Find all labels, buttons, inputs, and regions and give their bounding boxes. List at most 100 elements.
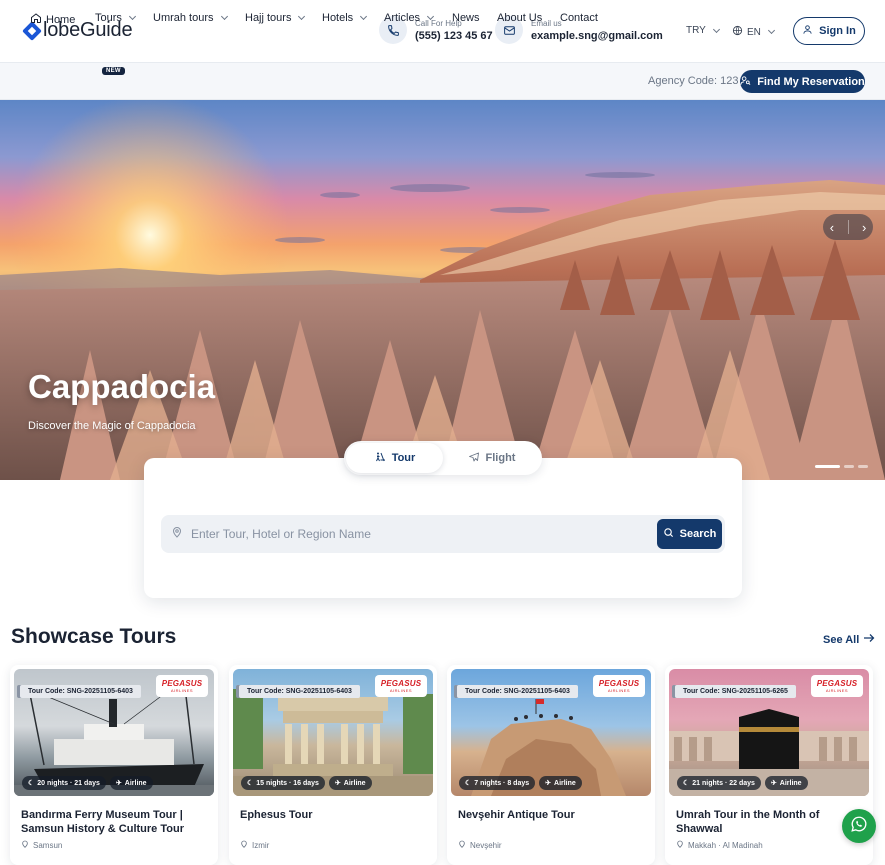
- see-all-label: See All: [823, 633, 860, 646]
- nav-item-umrah[interactable]: Umrah tours: [153, 12, 228, 24]
- tour-title: Bandırma Ferry Museum Tour | Samsun Hist…: [21, 809, 184, 835]
- location-pin-icon: [240, 840, 248, 850]
- tour-card[interactable]: Tour Code: SNG-20251105-6403 PEGASUS AIR…: [10, 665, 218, 865]
- airline-logo: PEGASUS AIRLINES: [375, 675, 427, 697]
- nav-item-hajj[interactable]: Hajj tours: [245, 12, 306, 24]
- tab-label: Tour: [391, 452, 416, 464]
- airline-logo: PEGASUS AIRLINES: [593, 675, 645, 697]
- see-all-link[interactable]: See All: [823, 633, 875, 646]
- search-tabs: Tour Flight: [344, 441, 542, 475]
- phone-value: (555) 123 45 67: [415, 29, 493, 42]
- location-pin-icon: [458, 840, 466, 850]
- location-text: Izmir: [252, 840, 270, 850]
- plane-icon: ✈: [115, 780, 122, 787]
- moon-icon: ☾: [683, 780, 690, 787]
- new-badge: NEW: [102, 67, 125, 75]
- nav-label: Umrah tours: [153, 12, 214, 24]
- whatsapp-icon: [850, 815, 868, 838]
- home-icon: [30, 12, 42, 27]
- search-input[interactable]: [191, 527, 641, 541]
- slider-dot[interactable]: [844, 465, 854, 468]
- currency-select[interactable]: TRY: [686, 25, 720, 36]
- tour-card[interactable]: Tour Code: SNG-20251105-6403 PEGASUS AIR…: [229, 665, 437, 865]
- nav-label: Home: [46, 13, 76, 26]
- chevron-down-icon: [712, 25, 720, 33]
- airline-sub: AIRLINES: [389, 688, 413, 693]
- tour-chips: ☾ 15 nights · 16 days ✈ Airline: [241, 776, 372, 790]
- nav-item-news[interactable]: News: [452, 12, 480, 24]
- moon-icon: ☾: [247, 780, 254, 787]
- tour-location: Samsun: [21, 840, 62, 850]
- tab-tour[interactable]: Tour: [346, 443, 443, 473]
- slider-nav: ‹ ›: [823, 214, 873, 240]
- transport-chip: ✈ Airline: [764, 776, 808, 790]
- tour-chips: ☾ 20 nights · 21 days ✈ Airline: [22, 776, 153, 790]
- language-value: EN: [747, 26, 761, 38]
- tab-flight[interactable]: Flight: [443, 443, 540, 473]
- hero-subtitle: Discover the Magic of Cappadocia: [28, 420, 196, 432]
- airline-logo: PEGASUS AIRLINES: [156, 675, 208, 697]
- nav-label: Hajj tours: [245, 12, 292, 24]
- location-text: Makkah · Al Madinah: [688, 840, 763, 850]
- plane-icon: [468, 451, 480, 466]
- whatsapp-button[interactable]: [842, 809, 876, 843]
- airline-name: PEGASUS: [380, 679, 422, 688]
- nav-item-hotels[interactable]: Hotels: [322, 12, 368, 24]
- search-button[interactable]: Search: [657, 519, 722, 549]
- tour-code: Tour Code: SNG-20251105-6265: [675, 685, 796, 698]
- location-pin-icon: [21, 840, 29, 850]
- language-select[interactable]: EN: [732, 25, 775, 39]
- location-text: Samsun: [33, 840, 63, 850]
- slider-dot[interactable]: [858, 465, 868, 468]
- tour-location: Nevşehir: [458, 840, 502, 850]
- tour-chips: ☾ 7 nights · 8 days ✈ Airline: [459, 776, 582, 790]
- chevron-right-icon[interactable]: ›: [862, 220, 866, 235]
- nav-item-tours[interactable]: Tours: [95, 12, 136, 24]
- duration-text: 21 nights · 22 days: [692, 779, 755, 787]
- globe-icon: [732, 25, 743, 39]
- transport-chip: ✈ Airline: [539, 776, 582, 790]
- location-text: Nevşehir: [470, 840, 502, 850]
- moon-icon: ☾: [465, 780, 472, 787]
- duration-text: 15 nights · 16 days: [256, 779, 319, 787]
- tour-image: Tour Code: SNG-20251105-6403 PEGASUS AIR…: [14, 669, 214, 796]
- tour-title: Ephesus Tour: [240, 809, 313, 821]
- airline-sub: AIRLINES: [607, 688, 631, 693]
- arrow-right-icon: [863, 633, 875, 646]
- chevron-left-icon[interactable]: ‹: [830, 220, 834, 235]
- transport-text: Airline: [343, 779, 366, 787]
- nav-item-about[interactable]: About Us: [497, 12, 542, 24]
- nav-item-articles[interactable]: Articles: [384, 12, 435, 24]
- search-icon: [663, 527, 674, 541]
- tour-title: Nevşehir Antique Tour: [458, 809, 575, 821]
- chevron-down-icon: [298, 12, 306, 21]
- airline-name: PEGASUS: [598, 679, 640, 688]
- tour-card[interactable]: Tour Code: SNG-20251105-6265 PEGASUS AIR…: [665, 665, 873, 865]
- duration-chip: ☾ 7 nights · 8 days: [459, 776, 536, 790]
- tour-title: Umrah Tour in the Month of Shawwal: [676, 809, 820, 835]
- tour-chips: ☾ 21 nights · 22 days ✈ Airline: [677, 776, 808, 790]
- slider-dot[interactable]: [815, 465, 840, 468]
- nav-item-contact[interactable]: Contact: [560, 12, 598, 24]
- tour-card[interactable]: Tour Code: SNG-20251105-6403 PEGASUS AIR…: [447, 665, 655, 865]
- location-pin-icon: [171, 525, 183, 543]
- agency-code: Agency Code: 123: [648, 75, 739, 87]
- tour-location: Makkah · Al Madinah: [676, 840, 763, 850]
- find-reservation-label: Find My Reservation: [757, 75, 865, 88]
- duration-chip: ☾ 21 nights · 22 days: [677, 776, 761, 790]
- email-value: example.sng@gmail.com: [531, 29, 663, 42]
- airline-name: PEGASUS: [161, 679, 203, 688]
- tour-image: Tour Code: SNG-20251105-6403 PEGASUS AIR…: [233, 669, 433, 796]
- nav-label: About Us: [497, 12, 543, 24]
- sign-in-button[interactable]: Sign In: [793, 17, 865, 45]
- airline-sub: AIRLINES: [170, 688, 194, 693]
- nav-label: News: [452, 12, 480, 24]
- chevron-down-icon: [767, 26, 775, 35]
- find-reservation-button[interactable]: Find My Reservation: [740, 70, 865, 93]
- transport-chip: ✈ Airline: [328, 776, 372, 790]
- nav-label: Tours: [95, 12, 122, 24]
- moon-icon: ☾: [28, 780, 35, 787]
- duration-chip: ☾ 15 nights · 16 days: [241, 776, 325, 790]
- transport-text: Airline: [779, 779, 802, 787]
- nav-item-home[interactable]: Home: [30, 12, 75, 27]
